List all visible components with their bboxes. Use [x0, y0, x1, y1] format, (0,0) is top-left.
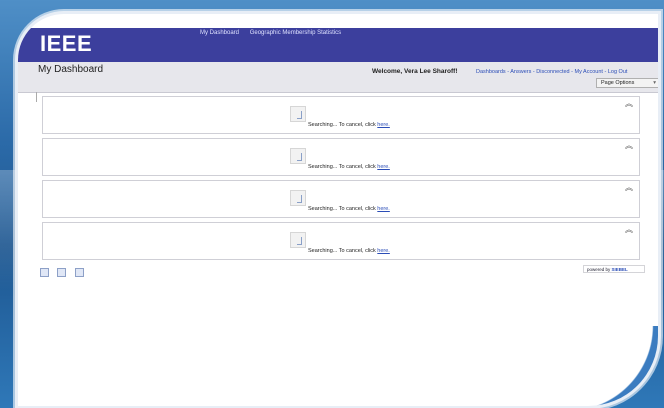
refresh-icon[interactable] [40, 268, 49, 277]
ieee-logo: IEEE [40, 31, 93, 56]
collapse-icon[interactable]: ︽ [625, 100, 633, 108]
loading-icon [290, 232, 306, 248]
searching-message: Searching... To cancel, click here. [308, 206, 390, 212]
page-curl [568, 326, 658, 406]
link-my-account[interactable]: My Account [575, 69, 603, 75]
searching-message: Searching... To cancel, click here. [308, 164, 390, 170]
loading-icon [290, 106, 306, 122]
print-icon[interactable] [57, 268, 67, 277]
bottom-toolbar [40, 264, 88, 282]
collapse-icon[interactable]: ︽ [625, 142, 633, 150]
link-answers[interactable]: Answers [510, 69, 531, 75]
powered-by-badge: powered by SIEBEL [583, 265, 645, 273]
page-options-dropdown[interactable]: Page Options ▾ [596, 78, 658, 88]
sub-header [18, 62, 658, 93]
cancel-link[interactable]: here. [377, 164, 390, 170]
page-options-label: Page Options [601, 80, 635, 86]
dashboard-section: ︽ Searching... To cancel, click here. [42, 222, 640, 260]
searching-message: Searching... To cancel, click here. [308, 122, 390, 128]
nav-my-dashboard[interactable]: My Dashboard [200, 30, 239, 36]
cancel-link[interactable]: here. [377, 122, 390, 128]
link-disconnected[interactable]: Disconnected [536, 69, 569, 75]
account-links: Dashboards - Answers - Disconnected - My… [476, 69, 628, 75]
dashboard-section: ︽ Searching... To cancel, click here. [42, 96, 640, 134]
divider [36, 92, 37, 102]
dashboard-section: ︽ Searching... To cancel, click here. [42, 138, 640, 176]
dashboard-section: ︽ Searching... To cancel, click here. [42, 180, 640, 218]
top-nav: My Dashboard Geographic Membership Stati… [200, 30, 350, 36]
loading-icon [290, 190, 306, 206]
chevron-down-icon: ▾ [653, 80, 656, 86]
link-dashboards[interactable]: Dashboards [476, 69, 506, 75]
welcome-message: Welcome, Vera Lee Sharoff! [372, 68, 458, 75]
searching-message: Searching... To cancel, click here. [308, 248, 390, 254]
page-title: My Dashboard [38, 64, 104, 75]
nav-geographic-membership-statistics[interactable]: Geographic Membership Statistics [250, 30, 341, 36]
app-window: IEEE My Dashboard Geographic Membership … [18, 14, 658, 406]
collapse-icon[interactable]: ︽ [625, 184, 633, 192]
loading-icon [290, 148, 306, 164]
collapse-icon[interactable]: ︽ [625, 226, 633, 234]
cancel-link[interactable]: here. [377, 206, 390, 212]
link-log-out[interactable]: Log Out [608, 69, 628, 75]
cancel-link[interactable]: here. [377, 248, 390, 254]
export-icon[interactable] [74, 268, 84, 277]
